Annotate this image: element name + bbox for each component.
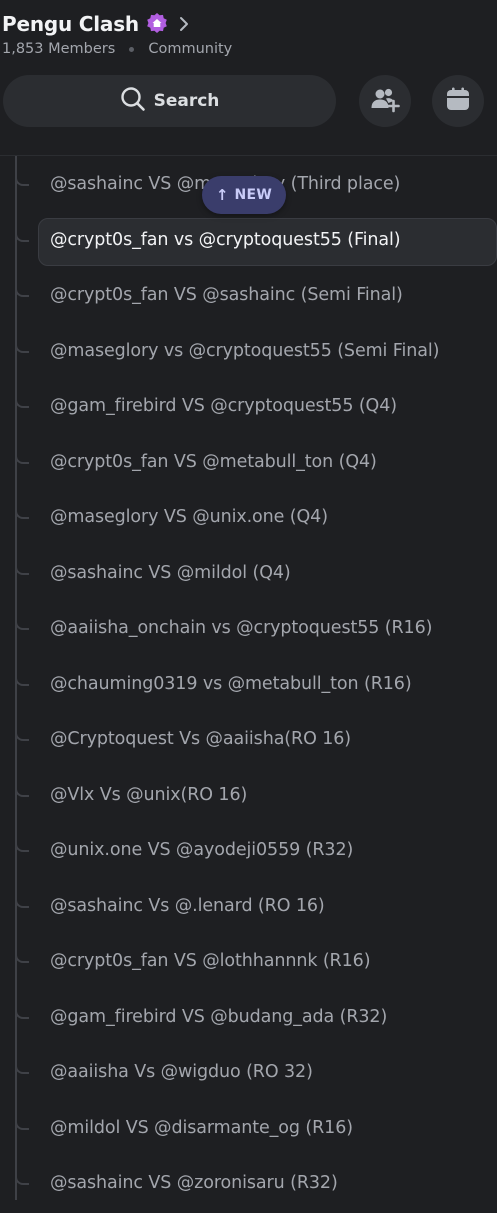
boost-home-icon [145,12,169,36]
thread-item[interactable]: @sashainc VS @mildol (Q4) [0,546,497,603]
thread-connector [15,879,29,908]
separator-dot [129,46,135,52]
thread-title: @Cryptoquest Vs @aaiisha(RO 16) [50,729,352,749]
arrow-up-icon: ↑ [215,186,229,204]
thread-list: @sashainc VS @maseglory (Third place)@cr… [0,156,497,1200]
thread-item[interactable]: @Vlx Vs @unix(RO 16) [0,768,497,825]
server-name[interactable]: Pengu Clash [2,12,139,36]
server-header: Pengu Clash 1,853 Members Community Sear… [0,0,497,155]
thread-title: @aaiisha_onchain vs @cryptoquest55 (R16) [50,618,433,638]
thread-connector [15,768,29,797]
thread-connector [15,380,29,408]
thread-item[interactable]: @crypt0s_fan vs @cryptoquest55 (Final) [0,213,497,270]
new-messages-pill[interactable]: ↑ NEW [202,176,286,214]
new-label: NEW [234,187,273,203]
calendar-icon [445,86,471,116]
thread-item[interactable]: @mildol VS @disarmante_og (R16) [0,1101,497,1158]
thread-title: @maseglory VS @unix.one (Q4) [50,507,328,527]
thread-title: @sashainc Vs @.lenard (RO 16) [50,895,325,916]
thread-connector [15,269,29,297]
thread-connector [15,1157,29,1185]
thread-connector [15,1101,29,1130]
thread-connector [15,213,29,242]
thread-title: @aaiisha Vs @wigduo (RO 32) [50,1062,313,1082]
thread-connector [15,824,29,852]
thread-item[interactable]: @sashainc VS @zoronisaru (R32) [0,1157,497,1213]
thread-title: @chauming0319 vs @metabull_ton (R16) [50,673,412,694]
thread-item[interactable]: @Cryptoquest Vs @aaiisha(RO 16) [0,713,497,769]
thread-connector [15,435,29,464]
thread-title: @crypt0s_fan VS @sashainc (Semi Final) [50,285,403,305]
server-subtitle: 1,853 Members Community [2,41,232,57]
thread-title: @sashainc VS @zoronisaru (R32) [50,1173,338,1193]
member-count: 1,853 Members [2,41,116,57]
chevron-right-icon[interactable] [179,16,189,32]
thread-item[interactable]: @aaiisha Vs @wigduo (RO 32) [0,1046,497,1102]
search-label: Search [153,91,220,111]
search-icon [120,86,146,116]
thread-connector [15,491,29,519]
thread-title: @maseglory vs @cryptoquest55 (Semi Final… [50,340,440,361]
thread-item[interactable]: @maseglory VS @unix.one (Q4) [0,491,497,547]
thread-item[interactable]: @gam_firebird VS @budang_ada (R32) [0,990,497,1047]
invite-members-button[interactable] [359,75,411,127]
thread-title: @mildol VS @disarmante_og (R16) [50,1117,353,1138]
search-button[interactable]: Search [3,75,336,127]
thread-item[interactable]: @chauming0319 vs @metabull_ton (R16) [0,657,497,714]
thread-connector [15,324,29,353]
thread-title: @gam_firebird VS @budang_ada (R32) [50,1006,388,1027]
thread-connector [15,546,29,575]
thread-connector [15,158,29,186]
thread-item[interactable]: @unix.one VS @ayodeji0559 (R32) [0,824,497,880]
thread-connector [15,1046,29,1074]
thread-item[interactable]: @crypt0s_fan VS @sashainc (Semi Final) [0,269,497,325]
thread-connector [15,990,29,1019]
thread-item[interactable]: @crypt0s_fan VS @metabull_ton (Q4) [0,435,497,492]
thread-item[interactable]: @maseglory vs @cryptoquest55 (Semi Final… [0,324,497,381]
thread-connector [15,935,29,963]
thread-title: @unix.one VS @ayodeji0559 (R32) [50,840,354,860]
thread-connector [15,713,29,741]
thread-item[interactable]: @aaiisha_onchain vs @cryptoquest55 (R16) [0,602,497,658]
thread-title: @sashainc VS @mildol (Q4) [50,562,291,583]
add-member-icon [370,85,400,117]
server-title-row[interactable]: Pengu Clash [2,10,189,38]
events-button[interactable] [432,75,484,127]
thread-item[interactable]: @gam_firebird VS @cryptoquest55 (Q4) [0,380,497,436]
thread-title: @crypt0s_fan VS @lothhannnk (R16) [50,951,371,971]
server-type: Community [148,41,233,57]
thread-title: @Vlx Vs @unix(RO 16) [50,784,248,805]
thread-title: @gam_firebird VS @cryptoquest55 (Q4) [50,396,397,416]
thread-title: @crypt0s_fan vs @cryptoquest55 (Final) [50,229,401,250]
thread-item[interactable]: @crypt0s_fan VS @lothhannnk (R16) [0,935,497,991]
thread-connector [15,657,29,686]
thread-item[interactable]: @sashainc Vs @.lenard (RO 16) [0,879,497,936]
thread-title: @crypt0s_fan VS @metabull_ton (Q4) [50,451,377,472]
thread-connector [15,602,29,630]
